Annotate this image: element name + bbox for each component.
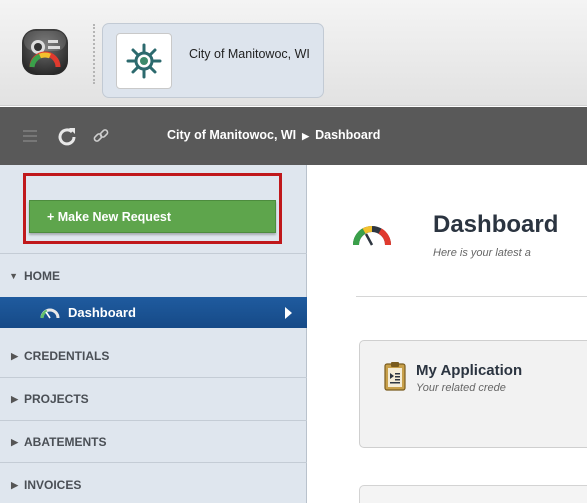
sidebar-item-dashboard[interactable]: Dashboard: [0, 297, 307, 328]
sidebar-divider: [0, 377, 307, 378]
caret-right-icon: [285, 307, 292, 319]
gauge-icon: [22, 29, 68, 75]
sidebar-divider: [0, 462, 307, 463]
sidebar-section-projects[interactable]: ▶ PROJECTS: [0, 386, 307, 412]
dashboard-gauge-button[interactable]: [20, 27, 70, 77]
breadcrumb-dashboard: Dashboard: [315, 128, 381, 142]
menu-icon[interactable]: [20, 126, 40, 146]
breadcrumb-separator-icon: ▶: [302, 131, 310, 141]
refresh-icon[interactable]: [57, 126, 77, 146]
sidebar-item-label: Dashboard: [68, 305, 136, 320]
triangle-right-icon: ▶: [11, 350, 18, 361]
page-title: Dashboard: [433, 211, 559, 238]
toolbar: City of Manitowoc, WI ▶ Dashboard: [0, 107, 587, 165]
organization-name: City of Manitowoc, WI: [189, 47, 310, 61]
header-divider: [93, 24, 95, 84]
sidebar-section-label: HOME: [24, 269, 60, 283]
dashboard-gauge-icon: [353, 226, 391, 246]
triangle-right-icon: ▶: [11, 436, 18, 447]
sidebar-section-label: ABATEMENTS: [24, 435, 107, 449]
link-icon[interactable]: [91, 126, 111, 146]
sidebar-divider: [0, 420, 307, 421]
triangle-down-icon: ▼: [9, 271, 18, 281]
sidebar-divider: [0, 253, 307, 254]
highlight-frame: + Make New Request: [23, 173, 282, 244]
page-subtitle: Here is your latest a: [433, 247, 531, 259]
city-seal-logo: [116, 33, 172, 89]
sidebar-section-invoices[interactable]: ▶ INVOICES: [0, 472, 307, 498]
sidebar-section-label: INVOICES: [24, 478, 82, 492]
sidebar-section-abatements[interactable]: ▶ ABATEMENTS: [0, 429, 307, 455]
sidebar: + Make New Request ▼ HOME Dashboard ▶ CR…: [0, 165, 307, 503]
top-header: City of Manitowoc, WI: [0, 0, 587, 106]
next-card[interactable]: [359, 485, 587, 503]
breadcrumb: City of Manitowoc, WI ▶ Dashboard: [167, 128, 380, 142]
triangle-right-icon: ▶: [11, 393, 18, 404]
gauge-icon: [40, 308, 60, 319]
content-divider: [356, 296, 587, 297]
card-subtitle: Your related crede: [416, 382, 506, 394]
my-applications-card[interactable]: My Application Your related crede: [359, 340, 587, 448]
breadcrumb-organization[interactable]: City of Manitowoc, WI: [167, 128, 296, 142]
sidebar-section-home[interactable]: ▼ HOME: [0, 262, 307, 290]
clipboard-icon: [384, 362, 406, 391]
sidebar-section-credentials[interactable]: ▶ CREDENTIALS: [0, 343, 307, 369]
organization-card[interactable]: City of Manitowoc, WI: [102, 23, 324, 98]
card-title: My Application: [416, 362, 523, 379]
sidebar-section-label: PROJECTS: [24, 392, 89, 406]
sidebar-section-label: CREDENTIALS: [24, 349, 110, 363]
make-new-request-button[interactable]: + Make New Request: [29, 200, 276, 233]
main-content: Dashboard Here is your latest a My Appli…: [308, 165, 587, 503]
triangle-right-icon: ▶: [11, 479, 18, 490]
